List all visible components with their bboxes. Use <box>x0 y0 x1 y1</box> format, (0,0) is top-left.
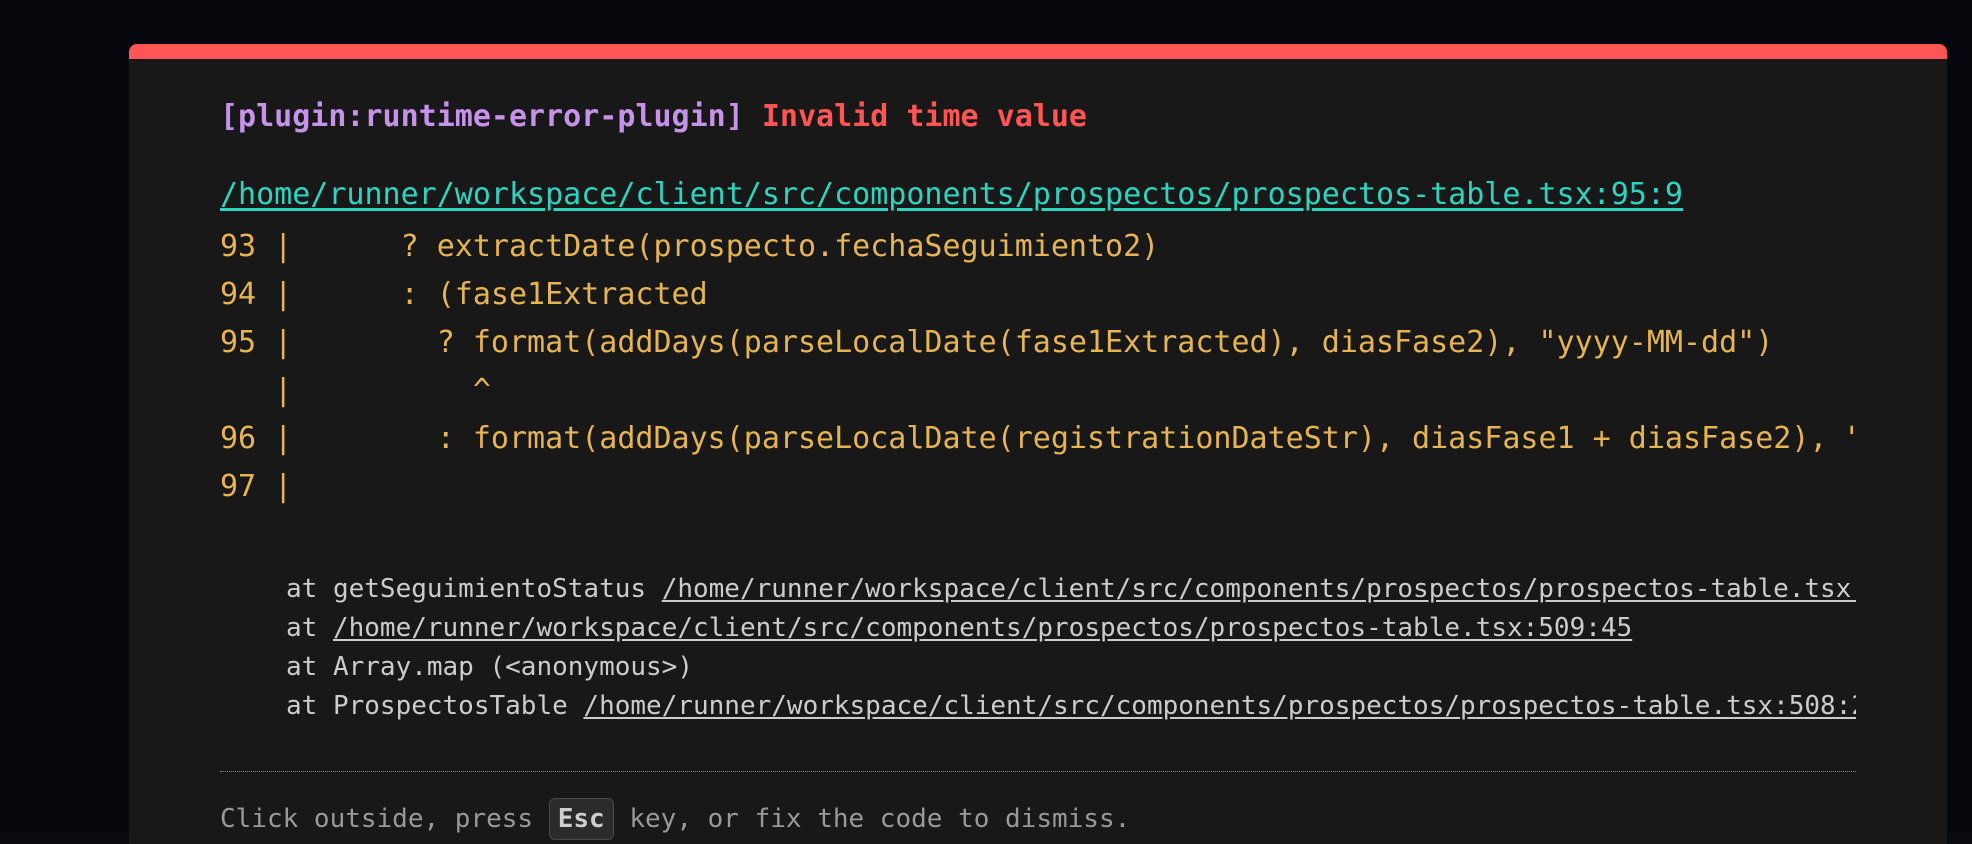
stack-trace-line: at /home/runner/workspace/client/src/com… <box>286 609 1856 648</box>
plugin-label: [plugin:runtime-error-plugin] <box>220 99 744 134</box>
error-overlay-window: [plugin:runtime-error-plugin] Invalid ti… <box>129 44 1947 844</box>
stack-trace-link[interactable]: /home/runner/workspace/client/src/compon… <box>662 574 1856 604</box>
stack-trace-line: at ProspectosTable /home/runner/workspac… <box>286 687 1856 726</box>
stack-trace-line: at getSeguimientoStatus /home/runner/wor… <box>286 570 1856 609</box>
stack-trace-prefix: at <box>286 613 333 643</box>
divider <box>220 771 1856 772</box>
code-frame-line: 95 | ? format(addDays(parseLocalDate(fas… <box>220 325 1774 360</box>
esc-key-badge: Esc <box>548 798 614 840</box>
stack-trace-link[interactable]: /home/runner/workspace/client/src/compon… <box>333 613 1632 643</box>
stack-trace-link[interactable]: /home/runner/workspace/client/src/compon… <box>583 691 1856 721</box>
code-frame: 93 | ? extractDate(prospecto.fechaSeguim… <box>220 223 1856 511</box>
dismiss-tip: Click outside, press Esc key, or fix the… <box>220 797 1130 841</box>
code-frame-caret-line: | ^ <box>220 373 491 408</box>
dismiss-tip-before: Click outside, press <box>220 804 549 834</box>
code-frame-line: 94 | : (fase1Extracted <box>220 277 708 312</box>
error-message: [plugin:runtime-error-plugin] Invalid ti… <box>220 97 1087 137</box>
stack-trace-prefix: at getSeguimientoStatus <box>286 574 662 604</box>
code-frame-line: 93 | ? extractDate(prospecto.fechaSeguim… <box>220 229 1160 264</box>
stack-trace: at getSeguimientoStatus /home/runner/wor… <box>286 570 1856 726</box>
error-message-body: Invalid time value <box>761 99 1087 134</box>
stack-trace-prefix: at Array.map (<anonymous>) <box>286 652 693 682</box>
error-file-link[interactable]: /home/runner/workspace/client/src/compon… <box>220 175 1683 215</box>
stack-trace-line: at Array.map (<anonymous>) <box>286 648 1856 687</box>
stack-trace-prefix: at ProspectosTable <box>286 691 584 721</box>
code-frame-line: 96 | : format(addDays(parseLocalDate(reg… <box>220 421 1856 456</box>
dismiss-tip-after: key, or fix the code to dismiss. <box>613 804 1131 834</box>
code-frame-line: 97 | <box>220 469 293 504</box>
